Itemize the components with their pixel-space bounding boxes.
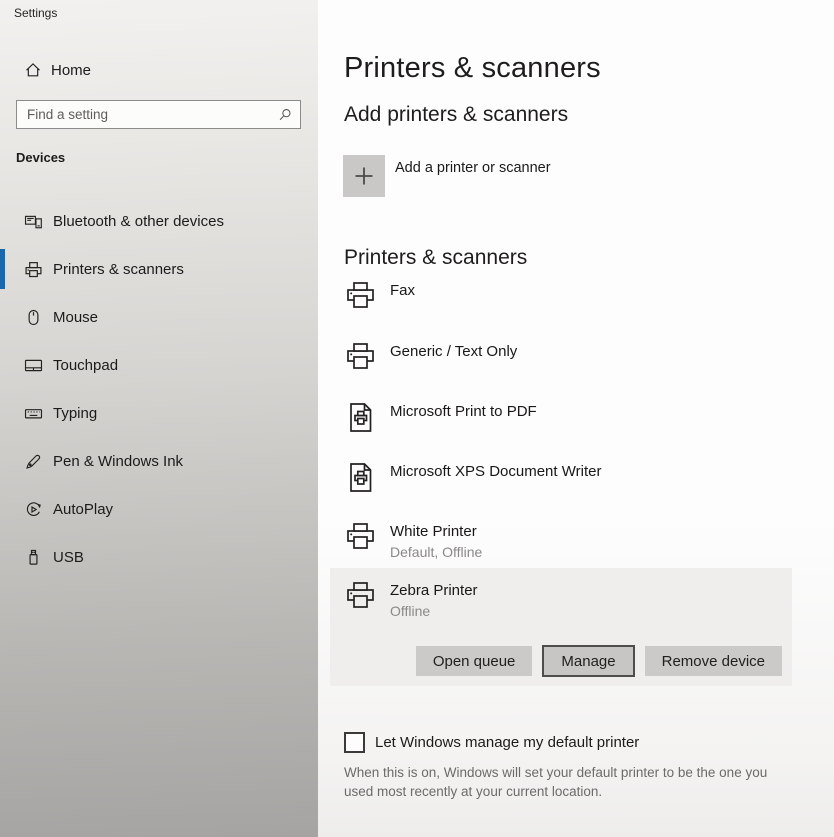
printer-icon <box>344 580 377 613</box>
sidebar-item-label: Bluetooth & other devices <box>53 213 224 230</box>
sidebar-item-label: Typing <box>53 405 97 422</box>
autoplay-icon <box>24 500 43 519</box>
sidebar-item-mouse[interactable]: Mouse <box>0 293 318 341</box>
home-icon <box>24 61 42 79</box>
sidebar-accent-bar <box>0 249 5 289</box>
printer-row-generic[interactable]: Generic / Text Only <box>344 341 517 374</box>
sidebar-item-label: AutoPlay <box>53 501 113 518</box>
sidebar-item-pen[interactable]: Pen & Windows Ink <box>0 437 318 485</box>
search-box <box>16 100 301 129</box>
default-printer-toggle-row: Let Windows manage my default printer <box>344 732 639 753</box>
sidebar-item-label: Touchpad <box>53 357 118 374</box>
keyboard-icon <box>24 404 43 423</box>
default-printer-checkbox-label: Let Windows manage my default printer <box>375 734 639 751</box>
sidebar-item-label: Printers & scanners <box>53 261 184 278</box>
sidebar-item-label: Mouse <box>53 309 98 326</box>
bluetooth-devices-icon <box>24 212 43 231</box>
printer-row-zebra[interactable]: Zebra Printer Offline <box>344 580 478 620</box>
printer-name: Zebra Printer <box>390 580 478 600</box>
add-printer-label: Add a printer or scanner <box>395 155 551 176</box>
add-printer-button[interactable]: Add a printer or scanner <box>343 155 551 197</box>
sidebar-item-typing[interactable]: Typing <box>0 389 318 437</box>
sidebar-item-usb[interactable]: USB <box>0 533 318 581</box>
printer-actions: Open queue Manage Remove device <box>416 645 782 677</box>
printer-row-pdf[interactable]: Microsoft Print to PDF <box>344 401 537 434</box>
add-section-heading: Add printers & scanners <box>344 103 568 127</box>
sidebar-item-autoplay[interactable]: AutoPlay <box>0 485 318 533</box>
printer-status: Offline <box>390 602 478 620</box>
sidebar-item-home[interactable]: Home <box>24 58 91 82</box>
default-printer-checkbox[interactable] <box>344 732 365 753</box>
home-label: Home <box>51 62 91 79</box>
remove-device-button[interactable]: Remove device <box>645 646 782 676</box>
sidebar: Settings Home Devices <box>0 0 318 837</box>
printer-name: Microsoft Print to PDF <box>390 401 537 421</box>
printer-row-white[interactable]: White Printer Default, Offline <box>344 521 482 561</box>
document-printer-icon <box>344 461 377 494</box>
pen-icon <box>24 452 43 471</box>
mouse-icon <box>24 308 43 327</box>
printer-icon <box>24 260 43 279</box>
sidebar-item-label: USB <box>53 549 84 566</box>
printer-row-fax[interactable]: Fax <box>344 280 415 313</box>
search-input[interactable] <box>17 107 278 122</box>
open-queue-button[interactable]: Open queue <box>416 646 533 676</box>
printer-row-zebra-selected[interactable]: Zebra Printer Offline Open queue Manage … <box>330 568 792 686</box>
sidebar-item-touchpad[interactable]: Touchpad <box>0 341 318 389</box>
window-title: Settings <box>14 6 57 20</box>
default-printer-description: When this is on, Windows will set your d… <box>344 763 792 801</box>
plus-icon <box>343 155 385 197</box>
usb-icon <box>24 548 43 567</box>
printers-section-heading: Printers & scanners <box>344 246 527 270</box>
search-icon <box>278 108 292 122</box>
settings-window: Settings Home Devices <box>0 0 834 837</box>
printer-status: Default, Offline <box>390 543 482 561</box>
sidebar-nav: Bluetooth & other devices Printers & sca… <box>0 197 318 581</box>
printer-name: White Printer <box>390 521 482 541</box>
sidebar-item-bluetooth[interactable]: Bluetooth & other devices <box>0 197 318 245</box>
printer-name: Microsoft XPS Document Writer <box>390 461 601 481</box>
printer-icon <box>344 521 377 554</box>
printer-row-xps[interactable]: Microsoft XPS Document Writer <box>344 461 601 494</box>
touchpad-icon <box>24 356 43 375</box>
page-title: Printers & scanners <box>344 52 601 85</box>
sidebar-item-label: Pen & Windows Ink <box>53 453 183 470</box>
sidebar-section-devices: Devices <box>16 150 65 165</box>
printer-name: Generic / Text Only <box>390 341 517 361</box>
manage-button[interactable]: Manage <box>542 645 634 677</box>
printer-name: Fax <box>390 280 415 300</box>
printer-icon <box>344 341 377 374</box>
printers-scanners-page: Printers & scanners Add printers & scann… <box>318 0 834 837</box>
document-printer-icon <box>344 401 377 434</box>
printer-icon <box>344 280 377 313</box>
sidebar-item-printers[interactable]: Printers & scanners <box>0 245 318 293</box>
